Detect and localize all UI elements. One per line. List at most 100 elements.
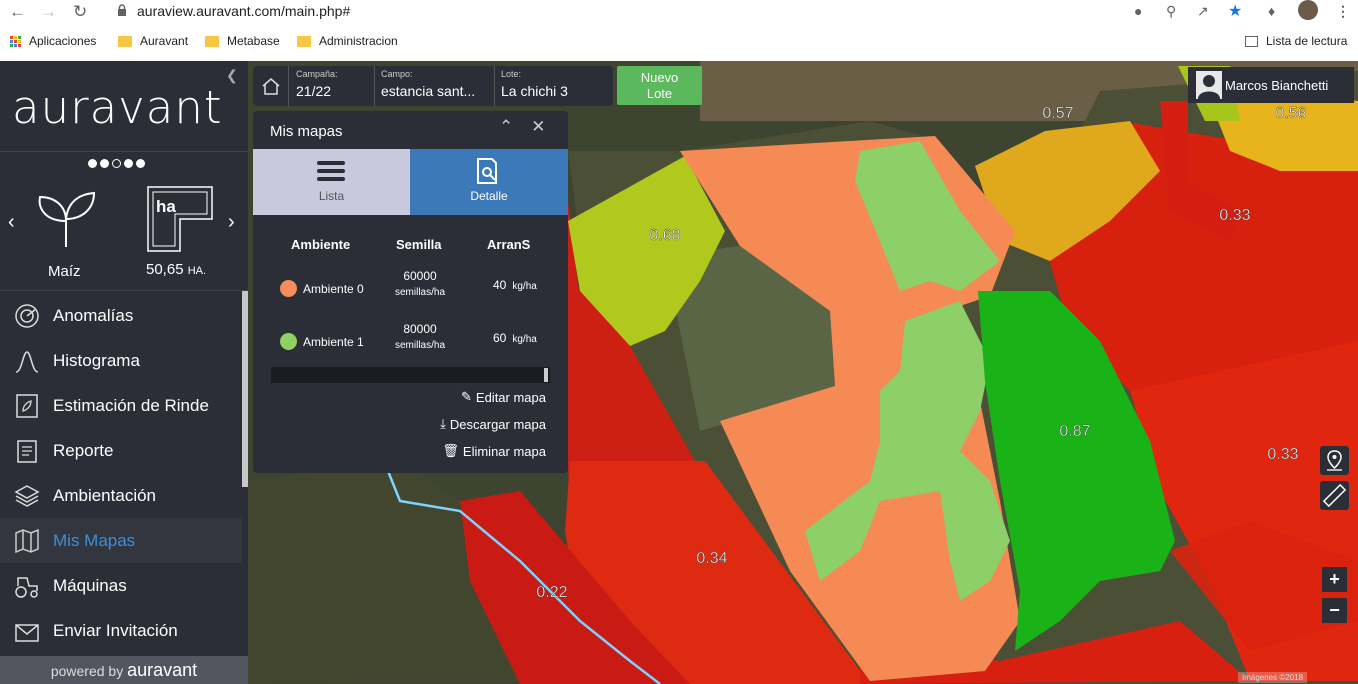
menu-ambientacion[interactable]: Ambientación	[0, 473, 242, 518]
user-menu[interactable]: Marcos Bianchetti	[1188, 67, 1354, 103]
nuevo-lote-button[interactable]: Nuevo Lote	[617, 66, 702, 105]
color-swatch	[280, 280, 297, 297]
map-icon	[15, 528, 39, 553]
report-icon	[17, 439, 37, 463]
document-search-icon	[477, 158, 497, 184]
home-icon[interactable]	[261, 76, 281, 96]
ruler-button[interactable]	[1320, 481, 1349, 510]
bookmark-apps[interactable]: Aplicaciones	[10, 34, 96, 48]
map-label: 0.33	[1267, 446, 1298, 463]
map-label: 0.56	[1275, 105, 1306, 122]
divider	[0, 290, 248, 291]
radar-icon	[15, 303, 39, 328]
map-attribution: Imágenes ©2018	[1238, 672, 1308, 683]
divider	[0, 151, 248, 152]
menu-anomalias[interactable]: Anomalías	[0, 293, 242, 338]
ruler-icon	[1322, 483, 1347, 508]
pencil-icon: ✎	[461, 389, 472, 404]
more-icon[interactable]: ⋮	[1336, 3, 1350, 20]
svg-text:ha: ha	[156, 197, 176, 216]
plant-icon	[38, 191, 96, 247]
star-icon[interactable]: ★	[1228, 1, 1242, 21]
back-icon[interactable]: ←	[9, 2, 26, 22]
area-value: 50,65 HA.	[146, 261, 207, 278]
edit-map-button[interactable]: ✎ Editar mapa	[461, 389, 546, 405]
layers-icon	[14, 484, 40, 507]
user-name: Marcos Bianchetti	[1225, 78, 1329, 93]
breadcrumb-campana[interactable]: Campaña: 21/22	[296, 69, 372, 99]
sidebar-scrollbar[interactable]	[242, 291, 248, 487]
menu-histograma[interactable]: Histograma	[0, 338, 242, 383]
share-icon[interactable]: ↗	[1197, 3, 1209, 20]
map-label: 0.34	[696, 550, 727, 567]
yield-icon	[16, 393, 38, 418]
pin-icon	[1327, 450, 1342, 471]
bookmarks-bar: Aplicaciones Auravant Metabase Administr…	[0, 30, 1358, 54]
table-row[interactable]: Ambiente 1 80000 semillas/ha 60 kg/ha	[253, 316, 568, 366]
folder-icon	[118, 35, 132, 47]
download-map-button[interactable]: ⤓ Descargar mapa	[440, 416, 546, 432]
mis-mapas-panel: Mis mapas ⌃ ✕ Lista Detalle Ambiente Semi…	[253, 111, 568, 473]
chevron-up-icon[interactable]: ⌃	[499, 117, 513, 136]
map-label: 0.22	[536, 584, 567, 601]
user-avatar-icon	[1196, 71, 1222, 99]
location-pin-button[interactable]	[1320, 446, 1349, 475]
color-swatch	[280, 333, 297, 350]
bookmark-metabase[interactable]: Metabase	[205, 34, 280, 48]
reading-list-icon	[1245, 35, 1258, 47]
crop-name: Maíz	[48, 263, 81, 280]
menu-mis-mapas[interactable]: Mis Mapas	[0, 518, 242, 563]
menu-reporte[interactable]: Reporte	[0, 428, 242, 473]
menu-maquinas[interactable]: Máquinas	[0, 563, 242, 608]
trash-icon: 🗑	[442, 443, 459, 458]
zoom-in-button[interactable]: +	[1322, 567, 1347, 592]
download-icon: ⤓	[440, 416, 446, 431]
table-row[interactable]: Ambiente 0 60000 semillas/ha 40 kg/ha	[253, 263, 568, 313]
horizontal-scrollbar[interactable]	[271, 367, 550, 383]
mail-icon	[15, 623, 39, 642]
tractor-icon	[15, 576, 38, 598]
list-icon	[317, 161, 345, 181]
app: 0.57 0.56 0.68 0.33 0.87 0.33 0.34 0.22 …	[0, 61, 1358, 684]
browser-toolbar: ← → ↻ auraview.auravant.com/main.php# ● …	[0, 0, 1358, 24]
reading-list[interactable]: Lista de lectura	[1245, 34, 1347, 48]
url-bar[interactable]: auraview.auravant.com/main.php#	[137, 3, 350, 19]
map-label: 0.68	[649, 227, 680, 244]
powered-by: powered by auravant	[0, 656, 248, 684]
forward-icon[interactable]: →	[40, 2, 57, 22]
histogram-icon	[15, 350, 39, 373]
breadcrumb: Campaña: 21/22 Campo: estancia sant... Lot…	[253, 66, 613, 106]
zoom-out-button[interactable]: −	[1322, 598, 1347, 623]
tab-lista[interactable]: Lista	[253, 149, 410, 215]
bookmark-administracion[interactable]: Administracion	[297, 34, 398, 48]
bookmark-auravant[interactable]: Auravant	[118, 34, 188, 48]
menu-enviar-invitacion[interactable]: Enviar Invitación	[0, 608, 242, 653]
delete-map-button[interactable]: 🗑 Eliminar mapa	[442, 443, 546, 459]
folder-icon	[297, 35, 311, 47]
reload-icon[interactable]: ↻	[73, 2, 87, 22]
extensions-icon[interactable]: ♦	[1268, 3, 1275, 19]
collapse-icon[interactable]: ❮	[226, 67, 238, 84]
panel-title: Mis mapas	[270, 123, 343, 140]
lock-icon	[118, 4, 126, 16]
tab-detalle[interactable]: Detalle	[410, 149, 568, 215]
breadcrumb-lote[interactable]: Lote: La chichi 3	[501, 69, 606, 99]
auravant-logo: auravant	[12, 81, 223, 134]
next-arrow-icon[interactable]: ›	[228, 211, 235, 234]
map-label: 0.87	[1059, 423, 1090, 440]
menu-estimacion-rinde[interactable]: Estimación de Rinde	[0, 383, 242, 428]
panel-controls: ⌃ ✕	[499, 117, 546, 137]
map-label: 0.33	[1219, 207, 1250, 224]
location-icon[interactable]: ●	[1134, 3, 1142, 19]
profile-avatar[interactable]	[1298, 0, 1318, 20]
sidebar: auravant ❮ ‹ › Maíz ha 50,65 HA. Anomalí…	[0, 61, 248, 684]
folder-icon	[205, 35, 219, 47]
apps-grid-icon	[10, 35, 21, 47]
map-label: 0.57	[1042, 105, 1073, 122]
carousel-dots[interactable]	[88, 159, 145, 168]
area-icon: ha	[147, 186, 213, 252]
prev-arrow-icon[interactable]: ‹	[8, 211, 15, 234]
breadcrumb-campo[interactable]: Campo: estancia sant...	[381, 69, 493, 99]
close-icon[interactable]: ✕	[531, 117, 545, 136]
zoom-icon[interactable]: ⚲	[1166, 3, 1176, 20]
